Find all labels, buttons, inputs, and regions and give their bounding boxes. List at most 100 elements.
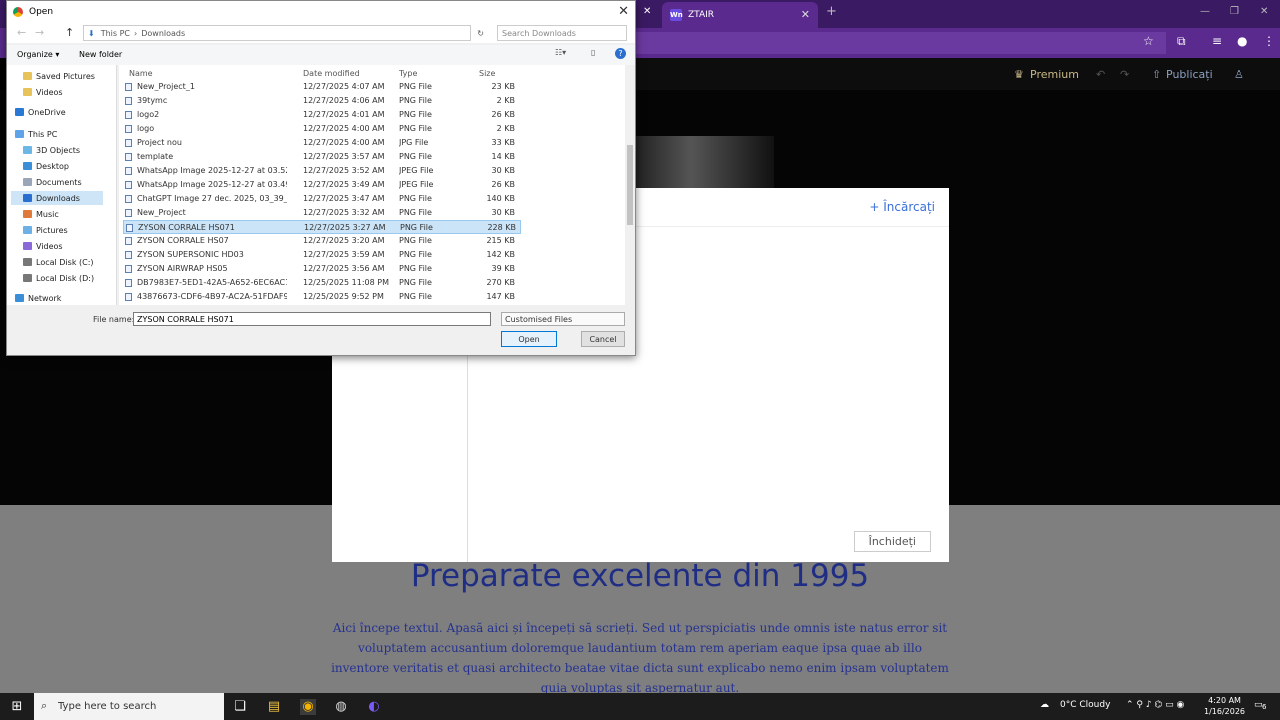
weather-text[interactable]: 0°C Cloudy xyxy=(1060,700,1110,710)
preview-pane-icon[interactable]: ▯ xyxy=(591,48,595,57)
tray-icons[interactable]: ⌃ ⚲ ♪ ⌬ ▭ ◉ xyxy=(1126,700,1184,710)
music-icon xyxy=(23,210,32,218)
nav-item[interactable]: Pictures xyxy=(7,223,68,237)
page-headline[interactable]: Preparate excelente din 1995 xyxy=(0,558,1280,594)
forward-icon[interactable]: → xyxy=(35,26,44,39)
column-size[interactable]: Size xyxy=(479,69,495,78)
profile-icon[interactable]: ● xyxy=(1237,34,1247,48)
new-tab-button[interactable]: + xyxy=(826,4,837,19)
account-icon[interactable]: ♙ xyxy=(1234,68,1244,81)
clock[interactable]: 4:20 AM 1/16/2026 xyxy=(1204,695,1245,717)
taskbar-search-input[interactable]: ⌕ Type here to search xyxy=(34,693,224,720)
file-row[interactable]: Project nou 12/27/2025 4:00 AM JPG File 33 … xyxy=(123,136,521,150)
discord-icon[interactable]: ◐ xyxy=(366,699,382,715)
cancel-button[interactable]: Cancel xyxy=(581,331,625,347)
close-window-icon[interactable]: ✕ xyxy=(1260,6,1268,17)
file-name-cell: DB7983E7-5ED1-42A5-A652-6EC6AC13A... xyxy=(137,278,287,287)
media-icon[interactable]: ≡ xyxy=(1212,34,1222,48)
view-icon[interactable]: ☷▾ xyxy=(555,48,566,57)
file-row[interactable]: ZYSON CORRALE HS071 12/27/2025 3:27 AM PNG… xyxy=(123,220,521,234)
close-tab-icon[interactable]: ✕ xyxy=(801,8,810,21)
nav-item[interactable]: Downloads xyxy=(11,191,103,205)
search-input[interactable]: Search Downloads xyxy=(497,25,627,41)
maximize-icon[interactable]: ❐ xyxy=(1230,6,1239,17)
extensions-icon[interactable]: ⧉ xyxy=(1177,34,1186,49)
nav-item[interactable]: Network xyxy=(7,291,61,305)
menu-icon[interactable]: ⋮ xyxy=(1263,34,1275,48)
close-other-tab-icon[interactable]: ✕ xyxy=(643,6,651,17)
undo-icon[interactable]: ↶ xyxy=(1096,68,1105,81)
nav-item[interactable]: Desktop xyxy=(7,159,69,173)
app-icon[interactable]: ◍ xyxy=(333,699,349,715)
download-icon: ⬇ xyxy=(88,28,95,38)
file-row[interactable]: DB7983E7-5ED1-42A5-A652-6EC6AC13A... 12/2… xyxy=(123,276,521,290)
file-row[interactable]: WhatsApp Image 2025-12-27 at 03.49.01 12/… xyxy=(123,178,521,192)
windows-start-icon[interactable]: ⊞ xyxy=(9,699,25,715)
file-name-cell: ZYSON CORRALE HS07 xyxy=(137,236,229,245)
file-type-select[interactable]: Customised Files xyxy=(501,312,625,326)
file-row[interactable]: ZYSON CORRALE HS07 12/27/2025 3:20 AM PNG … xyxy=(123,234,521,248)
nav-item[interactable]: OneDrive xyxy=(7,105,66,119)
file-open-dialog: Open ✕ ← → ↑ ⬇ This PC › Downloads ↻ Sea… xyxy=(6,0,636,356)
file-name-input[interactable]: ZYSON CORRALE HS071 xyxy=(133,312,491,326)
chrome-taskbar-icon[interactable]: ◉ xyxy=(300,699,316,715)
page-paragraph[interactable]: Aici începe textul. Apasă aici și începe… xyxy=(330,618,950,698)
column-name[interactable]: Name xyxy=(129,69,153,78)
file-type-cell: PNG File xyxy=(399,278,432,287)
file-row[interactable]: logo 12/27/2025 4:00 AM PNG File 2 KB xyxy=(123,122,521,136)
nav-item[interactable]: Videos xyxy=(7,239,63,253)
browser-tab-ztair[interactable]: Wn ZTAIR ✕ xyxy=(662,2,818,28)
address-bar[interactable] xyxy=(636,32,1166,54)
file-list-scrollbar[interactable] xyxy=(625,65,635,305)
file-row[interactable]: 43876673-CDF6-4B97-AC2A-51FDAF9860... 12/… xyxy=(123,290,521,304)
file-explorer-icon[interactable]: ▤ xyxy=(266,699,282,715)
file-row[interactable]: ZYSON SUPERSONIC HD03 12/27/2025 3:59 AM P… xyxy=(123,248,521,262)
nav-item[interactable]: This PC xyxy=(7,127,57,141)
file-row[interactable]: New_Project_1 12/27/2025 4:07 AM PNG File 2… xyxy=(123,80,521,94)
file-row[interactable]: logo2 12/27/2025 4:01 AM PNG File 26 KB xyxy=(123,108,521,122)
file-list[interactable]: Name Date modified Type Size New_Project… xyxy=(119,65,627,305)
bookmark-star-icon[interactable]: ☆ xyxy=(1143,34,1154,48)
file-row[interactable]: ZYSON AIRWRAP HS05 12/27/2025 3:56 AM PNG … xyxy=(123,262,521,276)
nav-item[interactable]: Local Disk (C:) xyxy=(7,255,94,269)
nav-item[interactable]: Videos xyxy=(7,85,63,99)
file-row[interactable]: New_Project 12/27/2025 3:32 AM PNG File 30 … xyxy=(123,206,521,220)
navigation-pane[interactable]: Saved Pictures Videos OneDrive This PC 3D Ob… xyxy=(7,65,117,305)
close-modal-button[interactable]: Închideți xyxy=(853,531,931,552)
file-name-cell: logo xyxy=(137,124,155,133)
premium-button[interactable]: Premium xyxy=(1030,68,1079,81)
minimize-icon[interactable]: — xyxy=(1200,6,1210,17)
file-date-cell: 12/27/2025 3:20 AM xyxy=(303,236,385,245)
upload-button[interactable]: + Încărcați xyxy=(869,200,935,214)
file-row[interactable]: ChatGPT Image 27 dec. 2025, 03_39_50 12/2… xyxy=(123,192,521,206)
task-view-icon[interactable]: ❏ xyxy=(232,699,248,715)
nav-item-label: OneDrive xyxy=(28,107,66,117)
publish-button[interactable]: Publicați xyxy=(1166,68,1213,81)
file-row[interactable]: WhatsApp Image 2025-12-27 at 03.52.09 12/… xyxy=(123,164,521,178)
address-bar[interactable]: ⬇ This PC › Downloads ↻ xyxy=(83,25,484,41)
crumb-downloads[interactable]: Downloads xyxy=(141,29,185,38)
organize-button[interactable]: Organize ▾ xyxy=(17,50,59,59)
nav-item[interactable]: 3D Objects xyxy=(7,143,80,157)
chrome-icon xyxy=(13,7,23,17)
file-icon xyxy=(125,97,132,105)
crumb-this-pc[interactable]: This PC xyxy=(101,29,130,38)
open-button[interactable]: Open xyxy=(501,331,557,347)
nav-item[interactable]: Documents xyxy=(7,175,82,189)
back-icon[interactable]: ← xyxy=(17,26,26,39)
up-icon[interactable]: ↑ xyxy=(65,26,74,39)
new-folder-button[interactable]: New folder xyxy=(79,50,122,59)
redo-icon[interactable]: ↷ xyxy=(1120,68,1129,81)
column-date[interactable]: Date modified xyxy=(303,69,360,78)
dialog-close-icon[interactable]: ✕ xyxy=(618,4,629,19)
nav-item[interactable]: Saved Pictures xyxy=(7,69,95,83)
nav-item[interactable]: Local Disk (D:) xyxy=(7,271,94,285)
refresh-icon[interactable]: ↻ xyxy=(477,29,484,38)
nav-item[interactable]: Music xyxy=(7,207,59,221)
computer-icon xyxy=(15,130,24,138)
file-row[interactable]: 39tymc 12/27/2025 4:06 AM PNG File 2 KB xyxy=(123,94,521,108)
column-type[interactable]: Type xyxy=(399,69,417,78)
file-type-cell: PNG File xyxy=(399,110,432,119)
help-icon[interactable]: ? xyxy=(615,48,626,59)
file-row[interactable]: template 12/27/2025 3:57 AM PNG File 14 KB xyxy=(123,150,521,164)
